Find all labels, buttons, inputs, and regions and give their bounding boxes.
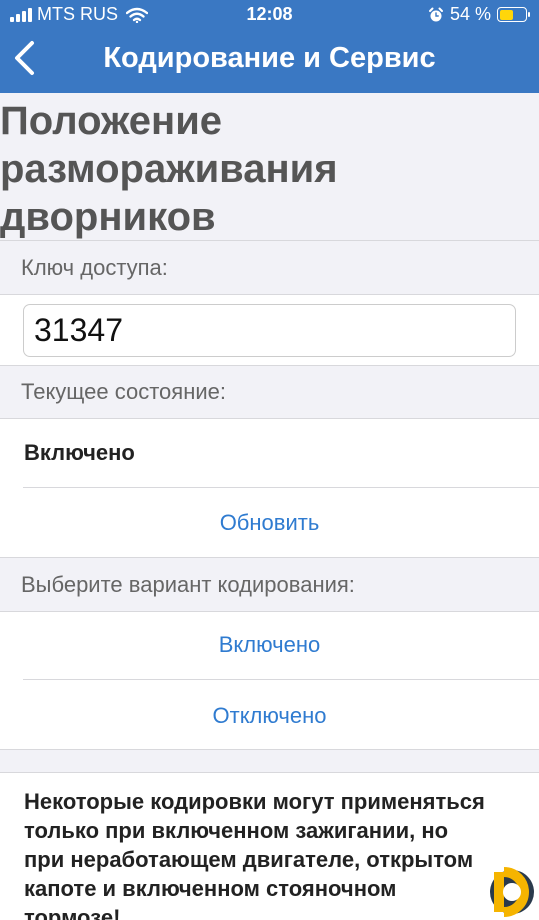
status-right: 54 % [428, 4, 530, 25]
access-key-block: 31347 [0, 295, 539, 366]
coding-label: Выберите вариант кодирования: [21, 571, 355, 597]
access-key-label: Ключ доступа: [21, 254, 168, 280]
alarm-icon [428, 7, 443, 21]
access-key-input[interactable]: 31347 [23, 304, 516, 357]
current-state-header: Текущее состояние: [0, 365, 539, 419]
coding-options-block: Включено Отключено [0, 612, 539, 750]
page-title: Положение размораживания дворников [0, 99, 338, 239]
battery-fill [499, 9, 513, 20]
refresh-button[interactable]: Обновить [0, 510, 539, 536]
access-key-header: Ключ доступа: [0, 240, 539, 295]
current-state-value: Включено [24, 440, 135, 465]
status-bar: MTS RUS 12:08 54 % [0, 0, 539, 30]
app-header: MTS RUS 12:08 54 % Кодирование и Сервис [0, 0, 539, 93]
battery-icon [497, 7, 530, 22]
battery-percent: 54 % [449, 4, 491, 24]
current-state-label: Текущее состояние: [21, 379, 226, 404]
coding-option-disabled[interactable]: Отключено [0, 703, 539, 729]
current-state-block: Включено Обновить [0, 419, 539, 558]
coding-option-enabled[interactable]: Включено [0, 632, 539, 658]
app-logo-icon [490, 867, 534, 917]
coding-header: Выберите вариант кодирования: [0, 557, 539, 612]
warning-note-text: Некоторые кодировки могут применяться то… [24, 789, 485, 920]
nav-title: Кодирование и Сервис [103, 42, 436, 74]
row-divider [23, 487, 539, 488]
row-divider [23, 679, 539, 680]
warning-note: Некоторые кодировки могут применяться то… [0, 772, 539, 920]
